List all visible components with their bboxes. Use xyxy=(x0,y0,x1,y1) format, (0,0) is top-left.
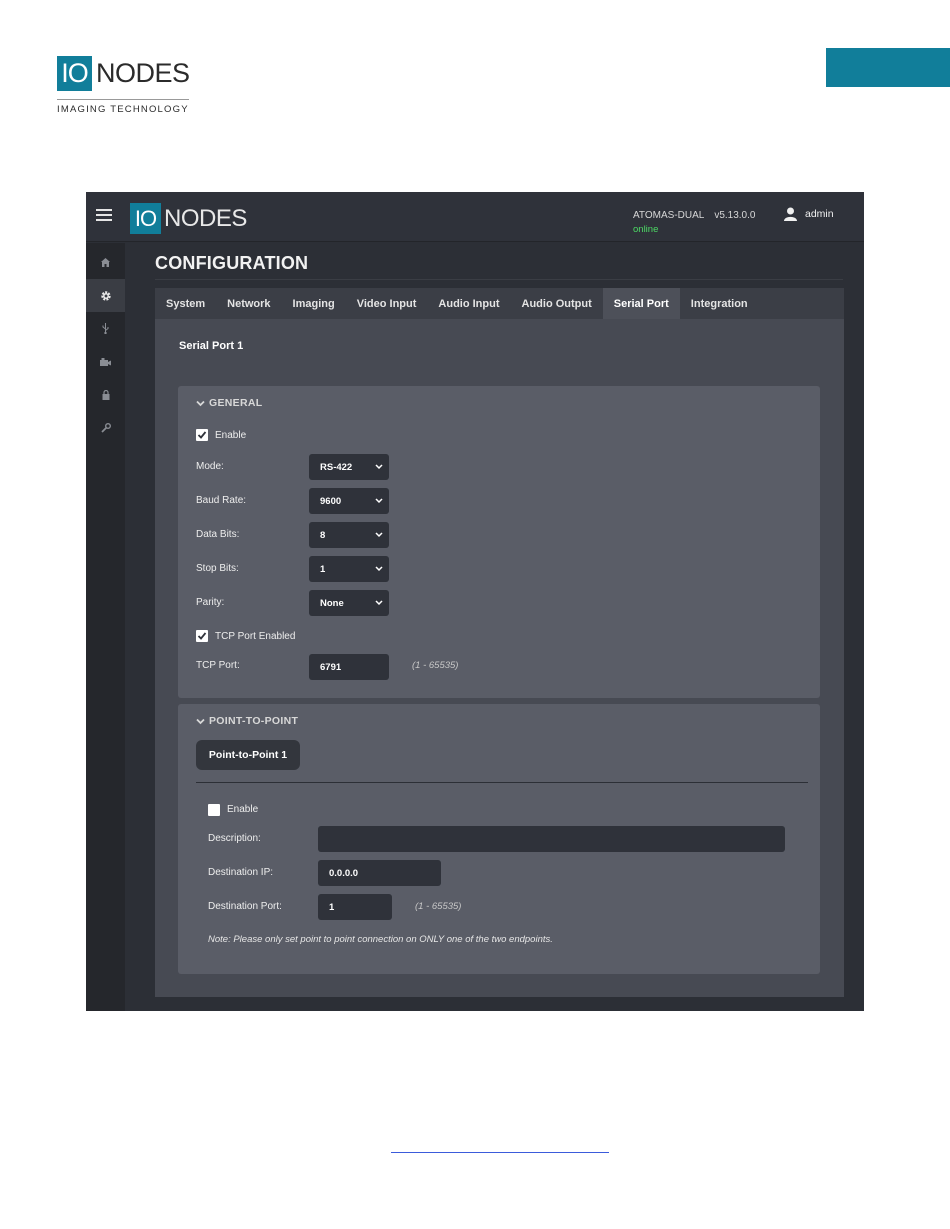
user-name: admin xyxy=(805,208,834,220)
mode-select[interactable]: RS-422 xyxy=(309,454,389,480)
chevron-down-icon xyxy=(375,498,383,504)
document-logo-tagline: IMAGING TECHNOLOGY xyxy=(57,99,189,115)
sidebar-item-home[interactable] xyxy=(86,246,125,279)
tab-integration[interactable]: Integration xyxy=(680,288,759,319)
mode-value: RS-422 xyxy=(320,461,353,473)
point-to-point-divider xyxy=(196,782,808,783)
description-input[interactable] xyxy=(318,826,785,852)
sidebar-item-security[interactable] xyxy=(86,378,125,411)
device-info: ATOMAS-DUAL v5.13.0.0 online xyxy=(633,210,755,235)
parity-value: None xyxy=(320,597,344,609)
baud-rate-label: Baud Rate: xyxy=(196,495,247,506)
checkmark-icon xyxy=(197,431,207,439)
baud-rate-value: 9600 xyxy=(320,495,342,507)
serial-port-panel: Serial Port 1 GENERAL Enable Mode: RS-42… xyxy=(155,319,844,997)
sidebar-item-camera[interactable] xyxy=(86,345,125,378)
lock-icon xyxy=(102,389,109,400)
document-page: IO NODES IMAGING TECHNOLOGY IO NODES ATO… xyxy=(0,0,950,1229)
destination-port-label: Destination Port: xyxy=(208,901,282,912)
mode-label: Mode: xyxy=(196,461,224,472)
sidebar-item-configuration[interactable] xyxy=(86,279,125,312)
destination-port-input[interactable]: 1 xyxy=(318,894,392,920)
parity-label: Parity: xyxy=(196,597,225,608)
tab-serial-port[interactable]: Serial Port xyxy=(602,288,680,319)
tab-video-input[interactable]: Video Input xyxy=(346,288,428,319)
document-footer-link[interactable] xyxy=(391,1152,609,1153)
app-logo[interactable]: IO NODES xyxy=(130,203,247,234)
general-enable-checkbox[interactable] xyxy=(196,429,208,441)
device-status: online xyxy=(633,224,659,235)
point-to-point-note: Note: Please only set point to point con… xyxy=(208,934,553,945)
chevron-down-icon xyxy=(375,532,383,538)
stop-bits-select[interactable]: 1 xyxy=(309,556,389,582)
serial-port-title: Serial Port 1 xyxy=(179,340,244,352)
point-to-point-section: POINT-TO-POINT Point-to-Point 1 Enable D… xyxy=(178,704,820,974)
title-divider xyxy=(155,279,843,280)
page-title: CONFIGURATION xyxy=(155,253,309,273)
sidebar xyxy=(86,243,125,1011)
usb-icon xyxy=(102,323,109,334)
general-section-toggle[interactable]: GENERAL xyxy=(196,397,262,409)
user-menu[interactable]: admin xyxy=(784,207,834,221)
data-bits-select[interactable]: 8 xyxy=(309,522,389,548)
tab-imaging[interactable]: Imaging xyxy=(282,288,346,319)
parity-select[interactable]: None xyxy=(309,590,389,616)
chevron-down-icon xyxy=(375,600,383,606)
stop-bits-label: Stop Bits: xyxy=(196,563,239,574)
camera-icon xyxy=(100,357,111,366)
firmware-version: v5.13.0.0 xyxy=(714,210,756,221)
gear-icon xyxy=(100,290,111,301)
document-logo-io: IO xyxy=(57,56,92,91)
tcp-port-label: TCP Port: xyxy=(196,660,240,671)
stop-bits-value: 1 xyxy=(320,563,326,575)
tcp-port-enabled-label: TCP Port Enabled xyxy=(215,631,296,642)
point-to-point-heading: POINT-TO-POINT xyxy=(209,715,299,727)
baud-rate-select[interactable]: 9600 xyxy=(309,488,389,514)
user-icon xyxy=(784,207,797,221)
general-section: GENERAL Enable Mode: RS-422 Baud Rate: 9… xyxy=(178,386,820,698)
app-logo-nodes: NODES xyxy=(164,204,247,232)
description-label: Description: xyxy=(208,833,261,844)
app-window: IO NODES ATOMAS-DUAL v5.13.0.0 online adm… xyxy=(86,192,864,1011)
main-content: CONFIGURATION System Network Imaging Vid… xyxy=(155,243,844,999)
app-logo-io: IO xyxy=(130,203,161,234)
device-name: ATOMAS-DUAL xyxy=(633,210,705,221)
chevron-down-icon xyxy=(375,566,383,572)
destination-ip-input[interactable]: 0.0.0.0 xyxy=(318,860,441,886)
chevron-down-icon xyxy=(196,718,205,724)
sidebar-item-usb[interactable] xyxy=(86,312,125,345)
tcp-port-enabled-checkbox[interactable] xyxy=(196,630,208,642)
tab-system[interactable]: System xyxy=(155,288,216,319)
top-bar: IO NODES ATOMAS-DUAL v5.13.0.0 online adm… xyxy=(86,192,864,242)
tab-point-to-point-1[interactable]: Point-to-Point 1 xyxy=(196,740,300,770)
config-tabs: System Network Imaging Video Input Audio… xyxy=(155,288,844,319)
data-bits-value: 8 xyxy=(320,529,326,541)
document-logo: IO NODES IMAGING TECHNOLOGY xyxy=(57,56,197,115)
document-logo-nodes: NODES xyxy=(96,58,190,88)
destination-port-range: (1 - 65535) xyxy=(415,901,462,912)
chevron-down-icon xyxy=(196,400,205,406)
tcp-port-input[interactable]: 6791 xyxy=(309,654,389,680)
document-corner-band xyxy=(826,48,950,87)
chevron-down-icon xyxy=(375,464,383,470)
data-bits-label: Data Bits: xyxy=(196,529,240,540)
tab-audio-input[interactable]: Audio Input xyxy=(427,288,510,319)
tab-network[interactable]: Network xyxy=(216,288,281,319)
wrench-icon xyxy=(100,422,111,433)
tcp-port-range: (1 - 65535) xyxy=(412,660,459,671)
hamburger-menu-icon[interactable] xyxy=(96,209,112,221)
p2p-enable-checkbox[interactable] xyxy=(208,804,220,816)
tab-audio-output[interactable]: Audio Output xyxy=(511,288,603,319)
home-icon xyxy=(101,258,110,267)
general-enable-label: Enable xyxy=(215,430,247,441)
destination-ip-value: 0.0.0.0 xyxy=(329,867,359,879)
destination-ip-label: Destination IP: xyxy=(208,867,274,878)
point-to-point-section-toggle[interactable]: POINT-TO-POINT xyxy=(196,715,298,727)
tcp-port-value: 6791 xyxy=(320,661,342,673)
destination-port-value: 1 xyxy=(329,901,335,913)
general-heading: GENERAL xyxy=(209,397,263,409)
sidebar-item-tools[interactable] xyxy=(86,411,125,444)
p2p-enable-label: Enable xyxy=(227,804,259,815)
checkmark-icon xyxy=(197,632,207,640)
